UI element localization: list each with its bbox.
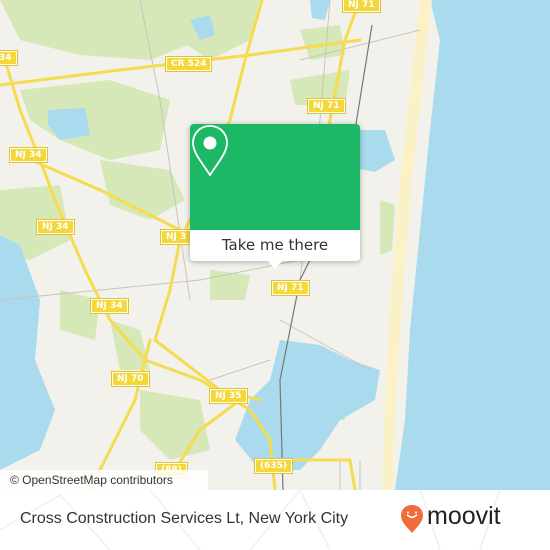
road-label: NJ 71 (307, 98, 346, 114)
take-me-there-button[interactable]: Take me there (190, 230, 360, 261)
road-label: NJ 34 (36, 219, 75, 235)
road-label: (635) (253, 458, 294, 474)
road-label: CR 524 (164, 56, 213, 72)
road-label: NJ 71 (342, 0, 381, 13)
moovit-pin-icon (401, 505, 423, 533)
road-label: NJ 34 (9, 147, 48, 163)
lagoon (355, 130, 395, 172)
popup-header (190, 124, 360, 230)
bay-west (0, 235, 55, 470)
road-label: NJ 35 (209, 388, 248, 404)
footer: Cross Construction Services Lt, New York… (0, 490, 550, 550)
inlet (235, 340, 380, 470)
road-label: 34 (0, 50, 18, 66)
road-label: NJ 70 (111, 371, 150, 387)
moovit-wordmark: moovit (427, 502, 501, 530)
map-pin-icon (192, 125, 228, 177)
road-label: NJ 3 (159, 229, 193, 245)
map-attribution[interactable]: © OpenStreetMap contributors (0, 470, 208, 490)
popup-pointer (267, 260, 283, 269)
road-label: NJ 71 (271, 280, 310, 296)
map[interactable]: NJ 71 34 CR 524 NJ 71 NJ 34 NJ 34 NJ 3 N… (0, 0, 550, 490)
place-name: Cross Construction Services Lt, New York… (20, 510, 349, 527)
road-label: NJ 34 (90, 298, 129, 314)
location-popup: Take me there (190, 124, 360, 269)
